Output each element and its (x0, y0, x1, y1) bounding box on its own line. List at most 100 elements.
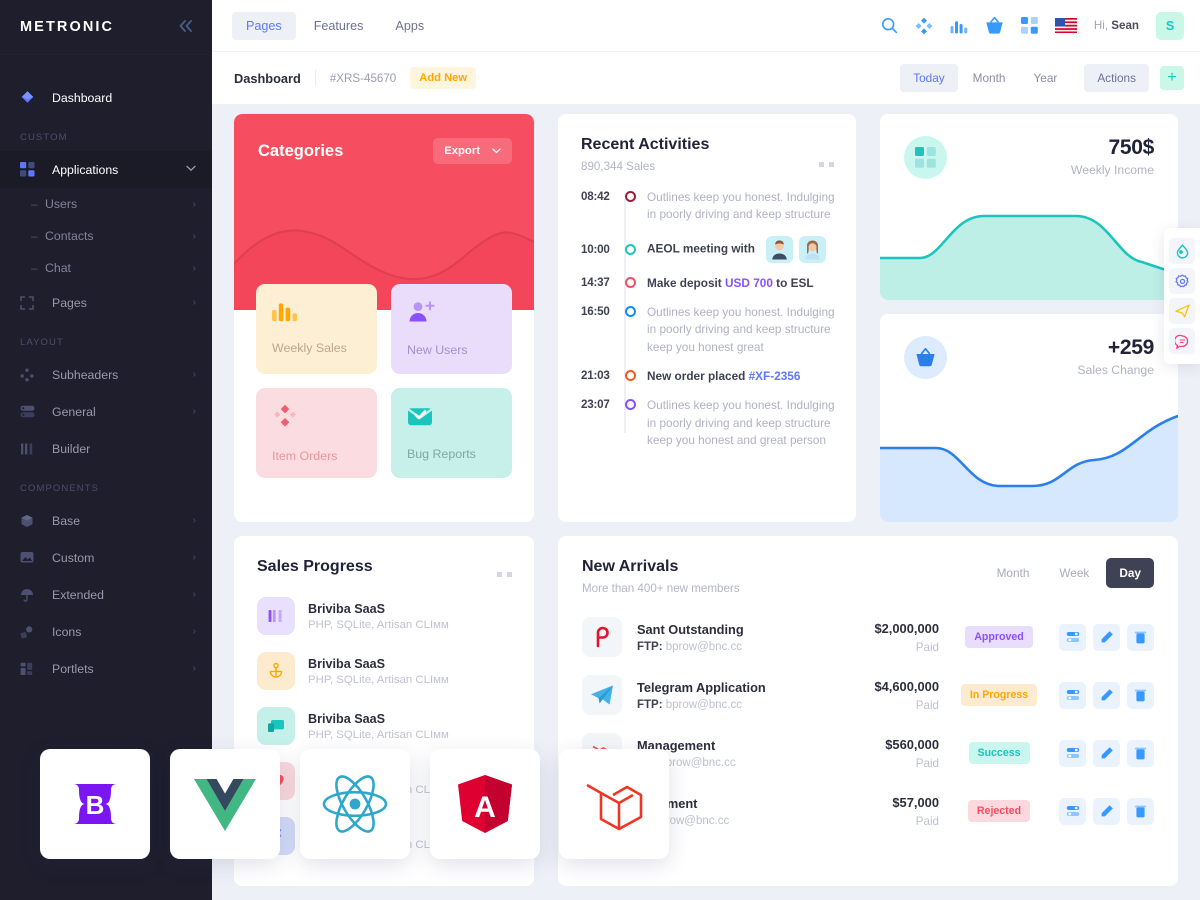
flag-us-icon[interactable] (1054, 18, 1077, 33)
item-name: Briviba SaaS (308, 601, 386, 616)
gear-icon[interactable] (1169, 268, 1195, 294)
sidebar-item-portlets[interactable]: Portlets › (0, 650, 212, 687)
list-item[interactable]: Briviba SaaS PHP, SQLite, Artisan CLIмм (257, 707, 511, 745)
tile-new-users[interactable]: New Users (391, 284, 512, 374)
grid-icon[interactable] (1020, 17, 1038, 34)
edit-icon[interactable] (1093, 623, 1120, 651)
activity-amount-link[interactable]: USD 700 (725, 276, 773, 290)
add-new-badge[interactable]: Add New (410, 67, 477, 89)
plus-icon[interactable]: + (1160, 66, 1184, 90)
tab-day[interactable]: Day (1106, 558, 1154, 588)
sidebar-item-custom[interactable]: Custom › (0, 539, 212, 576)
sidebar-item-icons[interactable]: Icons › (0, 613, 212, 650)
sidebar-item-pages[interactable]: Pages › (0, 284, 212, 321)
weekly-income-values: 750$ Weekly Income (1071, 136, 1154, 177)
range-year[interactable]: Year (1020, 64, 1070, 92)
categories-tiles: Weekly Sales New Users Item Orders Bug R… (234, 284, 534, 478)
screen-icon (257, 707, 295, 745)
ftp-label: FTP: (637, 640, 663, 653)
basket-icon[interactable] (985, 17, 1004, 34)
edit-icon[interactable] (1093, 797, 1120, 825)
top-header: Pages Features Apps Hi, Sean S (212, 0, 1200, 52)
settings-icon[interactable] (1059, 623, 1086, 651)
tab-features[interactable]: Features (300, 12, 378, 40)
activity-order-link[interactable]: #XF-2356 (749, 369, 801, 383)
status-badge: Rejected (967, 800, 1031, 822)
framework-card-bootstrap[interactable]: B (40, 749, 150, 859)
tab-week[interactable]: Week (1046, 558, 1102, 588)
framework-card-vue[interactable] (170, 749, 280, 859)
server-icon (20, 403, 42, 421)
sidebar-item-dashboard[interactable]: Dashboard (0, 79, 212, 116)
tab-apps[interactable]: Apps (381, 12, 438, 40)
chat-icon[interactable] (1169, 328, 1195, 354)
sidebar-item-applications[interactable]: Applications (0, 151, 212, 188)
settings-icon[interactable] (1059, 797, 1086, 825)
sidebar-item-builder[interactable]: Builder (0, 430, 212, 467)
list-item[interactable]: Briviba SaaS PHP, SQLite, Artisan CLIмм (257, 597, 511, 635)
row-ftp: FTP: bprow@bnc.cc (637, 699, 809, 711)
trash-icon[interactable] (1127, 797, 1154, 825)
edit-icon[interactable] (1093, 681, 1120, 709)
sidebar-item-contacts[interactable]: – Contacts › (0, 220, 212, 252)
activity-row: 21:03 New order placed #XF-2356 (581, 368, 836, 385)
timeline-dot-icon (625, 305, 636, 317)
sidebar-label-extended: Extended (52, 587, 104, 602)
framework-card-laravel[interactable] (559, 749, 669, 859)
activity-text-label: AEOL meeting with (647, 241, 755, 256)
tab-pages[interactable]: Pages (232, 11, 296, 40)
trash-icon[interactable] (1127, 739, 1154, 767)
settings-icon[interactable] (1059, 739, 1086, 767)
dots-icon[interactable] (819, 162, 834, 167)
row-amount: $57,000 Paid (809, 795, 939, 828)
tile-bug-reports[interactable]: Bug Reports (391, 388, 512, 478)
search-icon[interactable] (881, 17, 898, 34)
shapes-icon[interactable] (915, 17, 933, 35)
list-item[interactable]: Briviba SaaS PHP, SQLite, Artisan CLIмм (257, 652, 511, 690)
tile-item-orders[interactable]: Item Orders (256, 388, 377, 478)
avatar[interactable]: S (1156, 11, 1184, 40)
sidebar-item-base[interactable]: Base › (0, 502, 212, 539)
tab-month[interactable]: Month (984, 558, 1043, 588)
range-today[interactable]: Today (900, 64, 958, 92)
anchor-icon (257, 652, 295, 690)
activities-header: Recent Activities 890,344 Sales (558, 114, 856, 173)
row-amount: $560,000 Paid (809, 737, 939, 770)
sidebar-item-extended[interactable]: Extended › (0, 576, 212, 613)
sales-change-values: +259 Sales Change (1077, 336, 1154, 377)
trash-icon[interactable] (1127, 681, 1154, 709)
woman-avatar[interactable] (799, 235, 827, 263)
activity-text: Outlines keep you honest. Indulging in p… (647, 304, 835, 354)
sidebar-item-users[interactable]: – Users › (0, 188, 212, 220)
trash-icon[interactable] (1127, 623, 1154, 651)
categories-header: Categories Export (234, 114, 534, 164)
export-button[interactable]: Export (433, 138, 512, 164)
tile-label-bug-reports: Bug Reports (407, 447, 476, 461)
sidebar-collapse-icon[interactable] (178, 19, 194, 36)
weekly-income-chart (880, 214, 1178, 300)
droplet-icon[interactable] (1169, 238, 1195, 264)
dots-icon[interactable] (497, 572, 512, 577)
framework-card-angular[interactable]: A (430, 749, 540, 859)
chart-bars-icon[interactable] (950, 18, 968, 34)
tile-label-item-orders: Item Orders (272, 449, 338, 463)
categories-card: Categories Export Weekly Sales New Users… (234, 114, 534, 522)
man-avatar[interactable] (766, 235, 794, 263)
sidebar-item-subheaders[interactable]: Subheaders › (0, 356, 212, 393)
page-title: Dashboard (234, 70, 301, 86)
edit-icon[interactable] (1093, 739, 1120, 767)
send-icon[interactable] (1169, 298, 1195, 324)
sidebar-item-general[interactable]: General › (0, 393, 212, 430)
settings-icon[interactable] (1059, 681, 1086, 709)
item-name: Briviba SaaS (308, 711, 386, 726)
sidebar-brand-row: METRONIC (0, 0, 212, 54)
tile-weekly-sales[interactable]: Weekly Sales (256, 284, 377, 374)
list-item-text: Briviba SaaS PHP, SQLite, Artisan CLIмм (308, 712, 449, 741)
plurk-logo (582, 617, 622, 657)
dash-icon: – (31, 197, 38, 211)
row-ftp: FTP: bprow@bnc.cc (637, 641, 809, 653)
actions-button[interactable]: Actions (1084, 64, 1149, 92)
sidebar-item-chat[interactable]: – Chat › (0, 252, 212, 284)
framework-card-react[interactable] (300, 749, 410, 859)
range-month[interactable]: Month (960, 64, 1019, 92)
